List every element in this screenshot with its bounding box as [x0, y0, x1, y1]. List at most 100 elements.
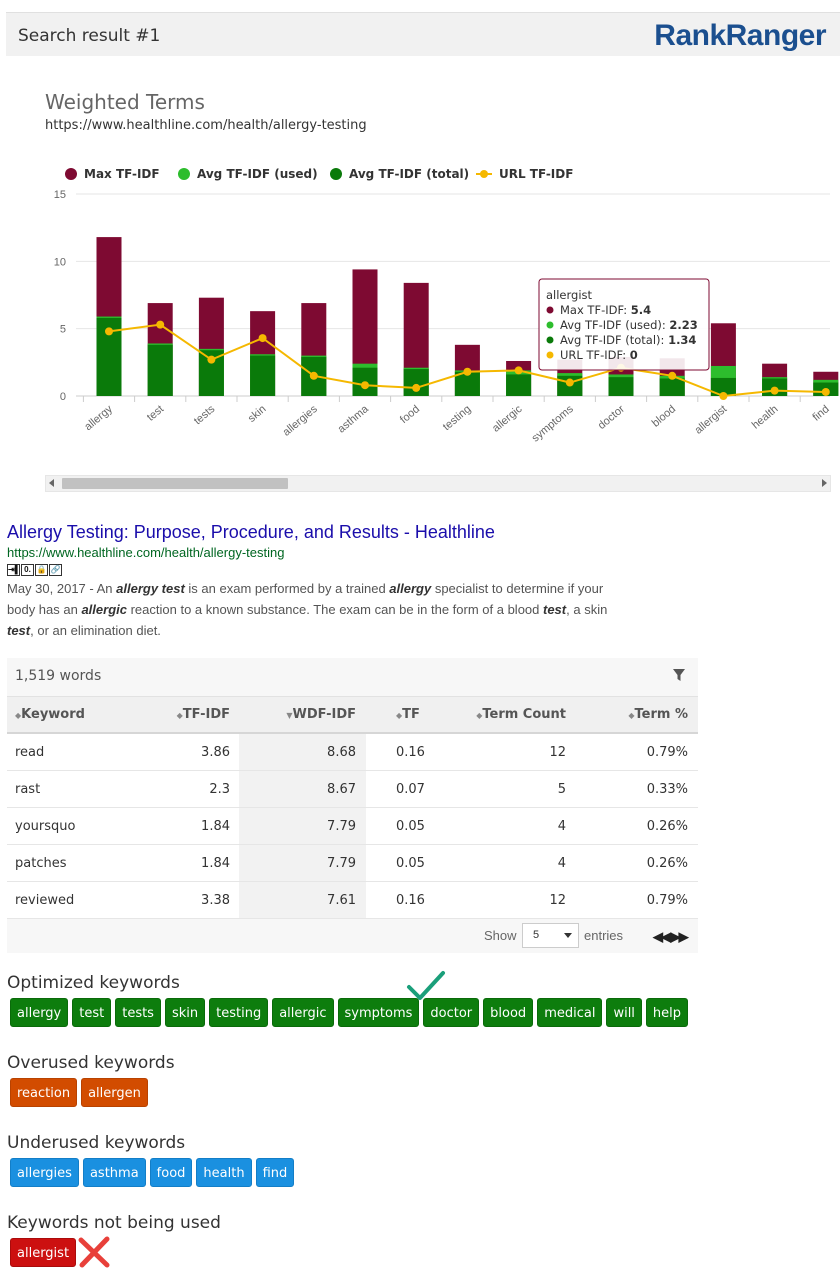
search-result-title: Search result #1	[18, 26, 161, 46]
keyword-tag-health[interactable]: health	[196, 1158, 252, 1187]
cell-count: 12	[549, 745, 566, 760]
cell-tfidf: 3.86	[201, 745, 230, 760]
keyword-tag-allergies[interactable]: allergies	[10, 1158, 79, 1187]
cell-pct: 0.26%	[646, 819, 688, 834]
scroll-thumb[interactable]	[62, 478, 288, 489]
table-row: patches 1.84 7.79 0.05 4 0.26%	[7, 845, 698, 882]
keyword-tag-testing[interactable]: testing	[209, 998, 269, 1027]
bar-avg-total	[250, 355, 276, 396]
url-tfidf-point	[207, 355, 216, 364]
x-tick-label: health	[750, 403, 781, 431]
legend-label: Max TF-IDF	[84, 167, 160, 181]
keyword-table: 1,519 words ◆Keyword ◆TF-IDF ▼WDF-IDF ◆T…	[7, 658, 698, 953]
keyword-tag-help[interactable]: help	[645, 998, 689, 1027]
table-footer: Show 5 entries ◀◀ ▶▶	[7, 919, 698, 953]
next-page-icon[interactable]: ▶▶	[671, 929, 689, 944]
cell-tf: 0.05	[396, 856, 425, 871]
url-tfidf-point	[309, 371, 318, 380]
col-term-count[interactable]: ◆Term Count	[446, 697, 576, 732]
serp-result-url[interactable]: https://www.healthline.com/health/allerg…	[7, 545, 284, 560]
cell-wdfidf: 8.68	[239, 734, 366, 770]
cell-keyword: rast	[15, 782, 41, 797]
bar-avg-total	[403, 369, 429, 396]
url-tfidf-point	[719, 392, 728, 400]
x-mark-icon	[78, 1236, 110, 1268]
cell-keyword: patches	[15, 856, 67, 871]
keyword-tag-allergic[interactable]: allergic	[272, 998, 334, 1027]
url-tfidf-point	[463, 367, 472, 376]
x-tick-label: blood	[650, 403, 678, 429]
keyword-tag-symptoms[interactable]: symptoms	[337, 998, 420, 1027]
underused-keywords-title: Underused keywords	[7, 1133, 186, 1153]
entries-select[interactable]: 5	[522, 923, 579, 948]
weighted-terms-chart: Max TF-IDF Avg TF-IDF (used) Avg TF-IDF (t…	[54, 167, 839, 445]
x-tick-label: allergy	[82, 403, 115, 433]
keyword-tag-doctor[interactable]: doctor	[423, 998, 480, 1027]
underused-keywords-list: allergies asthma food health find	[10, 1158, 295, 1187]
scroll-right-icon[interactable]	[822, 479, 827, 487]
col-wdfidf[interactable]: ▼WDF-IDF	[239, 697, 366, 732]
y-tick-label: 15	[54, 189, 66, 201]
keyword-tag-food[interactable]: food	[149, 1158, 193, 1187]
bar-avg-total	[147, 344, 173, 396]
url-tfidf-point	[514, 366, 523, 375]
x-tick-label: asthma	[336, 403, 372, 436]
keyword-tag-blood[interactable]: blood	[483, 998, 534, 1027]
keyword-tag-skin[interactable]: skin	[164, 998, 206, 1027]
cell-tf: 0.16	[396, 745, 425, 760]
bar-avg-total	[608, 377, 634, 396]
cell-tfidf: 1.84	[201, 819, 230, 834]
filter-icon[interactable]	[672, 668, 686, 682]
cell-tf: 0.07	[396, 782, 425, 797]
keyword-tag-allergist[interactable]: allergist	[10, 1238, 77, 1267]
cell-pct: 0.79%	[646, 745, 688, 760]
keyword-tag-allergen[interactable]: allergen	[81, 1078, 148, 1107]
show-label: Show	[484, 928, 517, 943]
url-tfidf-point	[770, 386, 779, 395]
tooltip-row: Avg TF-IDF (total): 1.34	[560, 333, 696, 347]
cell-wdfidf: 7.79	[239, 845, 366, 881]
col-term-pct[interactable]: ◆Term %	[576, 697, 698, 732]
scroll-left-icon[interactable]	[49, 479, 54, 487]
keyword-tag-test[interactable]: test	[72, 998, 112, 1027]
x-tick-label: tests	[192, 403, 218, 427]
chevron-down-icon	[564, 933, 572, 938]
url-tfidf-point	[156, 320, 165, 329]
prev-page-icon[interactable]: ◀◀	[653, 929, 671, 944]
cell-wdfidf: 7.79	[239, 808, 366, 844]
tooltip-row: Max TF-IDF: 5.4	[560, 303, 651, 317]
keyword-tag-allergy[interactable]: allergy	[10, 998, 69, 1027]
y-tick-label: 0	[60, 391, 66, 403]
keyword-tag-reaction[interactable]: reaction	[10, 1078, 78, 1107]
legend-marker	[65, 168, 77, 180]
keyword-tag-will[interactable]: will	[606, 998, 642, 1027]
keyword-tag-medical[interactable]: medical	[537, 998, 603, 1027]
keyword-tag-asthma[interactable]: asthma	[82, 1158, 146, 1187]
cell-keyword: reviewed	[15, 893, 75, 908]
cell-wdfidf: 7.61	[239, 882, 366, 918]
serp-result-title[interactable]: Allergy Testing: Purpose, Procedure, and…	[7, 522, 495, 543]
keyword-tag-tests[interactable]: tests	[115, 998, 161, 1027]
chart-scrollbar[interactable]	[45, 475, 831, 492]
x-tick-label: allergic	[490, 403, 525, 435]
col-tfidf[interactable]: ◆TF-IDF	[157, 697, 239, 732]
legend-marker	[178, 168, 190, 180]
url-tfidf-point	[565, 378, 574, 387]
col-tf[interactable]: ◆TF	[366, 697, 446, 732]
cell-count: 5	[557, 782, 566, 797]
legend-label: Avg TF-IDF (total)	[349, 167, 469, 181]
legend-label: URL TF-IDF	[499, 167, 573, 181]
legend-label: Avg TF-IDF (used)	[197, 167, 318, 181]
legend-marker	[480, 170, 488, 178]
col-keyword[interactable]: ◆Keyword	[7, 697, 157, 732]
url-tfidf-point	[361, 381, 369, 390]
x-tick-label: symptoms	[530, 403, 576, 445]
pagination-arrows[interactable]: ◀◀ ▶▶	[653, 929, 689, 945]
tooltip-marker	[546, 306, 554, 314]
cell-count: 4	[557, 819, 566, 834]
unused-keywords-title: Keywords not being used	[7, 1213, 221, 1233]
tooltip-title: allergist	[546, 288, 593, 302]
keyword-tag-find[interactable]: find	[255, 1158, 295, 1187]
optimized-keywords-title: Optimized keywords	[7, 973, 180, 993]
cell-wdfidf: 8.67	[239, 771, 366, 807]
